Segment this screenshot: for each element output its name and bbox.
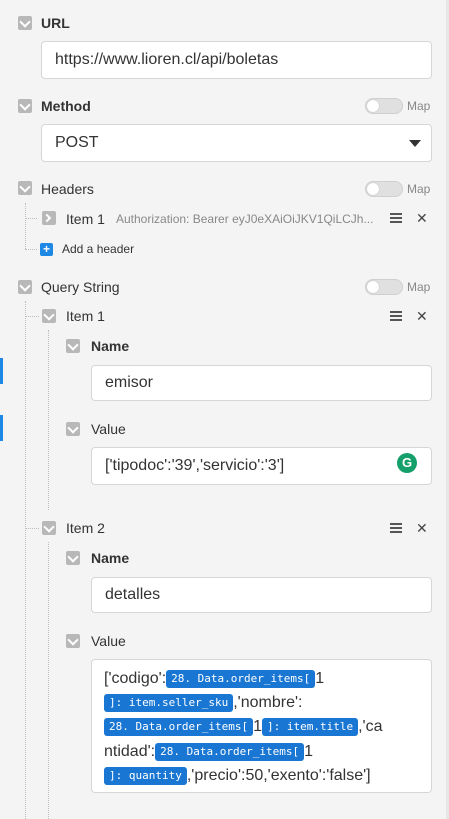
query-item2-label: Item 2: [66, 520, 105, 536]
url-input[interactable]: https://www.lioren.cl/api/boletas: [41, 41, 432, 79]
drag-handle-icon[interactable]: [390, 523, 402, 533]
mapped-variable-pill[interactable]: ]: item.seller_sku: [104, 694, 234, 713]
query-item1-name-input[interactable]: emisor: [91, 365, 432, 401]
tree-line: [48, 542, 49, 819]
value-text: ,'ca: [358, 718, 383, 736]
left-edge-marker: [0, 415, 3, 441]
url-input-value: https://www.lioren.cl/api/boletas: [55, 51, 279, 68]
close-icon[interactable]: ✕: [416, 521, 428, 535]
grammarly-icon[interactable]: G: [397, 453, 417, 473]
value-text: ,'precio':50,'exento':'false']: [186, 766, 371, 784]
headers-map-toggle[interactable]: [365, 181, 403, 197]
value-text: 1: [315, 670, 325, 687]
query-item1-name-collapse-toggle[interactable]: [66, 339, 80, 353]
mapped-variable-pill[interactable]: ]: item.title: [261, 718, 359, 737]
query-item2-value-content[interactable]: ['codigo': 28. Data.order_items[1 ]: item…: [104, 667, 424, 788]
method-label: Method: [41, 98, 91, 114]
method-select[interactable]: POST: [41, 124, 432, 162]
value-text: 1: [304, 742, 314, 760]
method-map-label: Map: [407, 99, 431, 113]
drag-handle-icon[interactable]: [390, 213, 402, 223]
query-item1-label: Item 1: [66, 308, 105, 324]
url-collapse-toggle[interactable]: [18, 16, 32, 30]
value-text: ['codigo':: [104, 670, 167, 687]
query-item2-name-value: detalles: [105, 586, 161, 603]
query-item2-value-label: Value: [91, 633, 126, 649]
query-item2-name-label: Name: [91, 550, 130, 566]
close-icon[interactable]: ✕: [416, 309, 428, 323]
query-item1-name-value: emisor: [105, 374, 154, 391]
query-item1-value-label: Value: [91, 421, 126, 437]
url-label: URL: [41, 15, 70, 31]
left-edge-marker: [0, 358, 3, 384]
method-select-value: POST: [55, 134, 99, 151]
tree-line: [25, 301, 26, 819]
tree-line: [48, 330, 49, 510]
headers-map-label: Map: [407, 182, 431, 196]
query-item2-value-collapse-toggle[interactable]: [66, 634, 80, 648]
headers-label: Headers: [41, 181, 94, 197]
header-item1-summary: Authorization: Bearer eyJ0eXAiOiJKV1QiLC…: [116, 212, 374, 226]
tree-line: [25, 218, 37, 219]
mapped-variable-pill[interactable]: 28. Data.order_items[: [104, 718, 254, 737]
plus-icon[interactable]: +: [40, 243, 53, 256]
query-item2-collapse-toggle[interactable]: [42, 521, 56, 535]
headers-collapse-toggle[interactable]: [18, 181, 32, 195]
header-item1-label: Item 1: [66, 211, 105, 227]
query-map-label: Map: [407, 280, 431, 294]
query-item1-name-label: Name: [91, 338, 130, 354]
method-collapse-toggle[interactable]: [18, 99, 32, 113]
chevron-down-icon[interactable]: [409, 140, 421, 147]
mapped-variable-pill[interactable]: 28. Data.order_items[: [166, 670, 316, 688]
tree-line: [25, 249, 37, 250]
mapped-variable-pill[interactable]: 28. Data.order_items[: [155, 742, 305, 761]
query-item2-name-input[interactable]: detalles: [91, 577, 432, 613]
query-item1-value-collapse-toggle[interactable]: [66, 422, 80, 436]
method-map-toggle[interactable]: [365, 98, 403, 114]
tree-line: [25, 528, 39, 529]
query-item2-name-collapse-toggle[interactable]: [66, 551, 80, 565]
query-item1-value-input[interactable]: ['tipodoc':'39','servicio':'3']: [91, 447, 432, 485]
drag-handle-icon[interactable]: [390, 311, 402, 321]
add-header-link[interactable]: Add a header: [62, 242, 134, 256]
query-item1-value-text: ['tipodoc':'39','servicio':'3']: [105, 457, 285, 474]
query-label: Query String: [41, 279, 120, 295]
value-text: ntidad':: [104, 742, 156, 760]
query-item1-collapse-toggle[interactable]: [42, 309, 56, 323]
tree-line: [25, 203, 26, 249]
value-text: 1: [253, 718, 262, 736]
value-text: ,'nombre':: [233, 694, 303, 712]
query-map-toggle[interactable]: [365, 279, 403, 295]
query-collapse-toggle[interactable]: [18, 280, 32, 294]
close-icon[interactable]: ✕: [416, 211, 428, 225]
header-item1-expand-toggle[interactable]: [42, 211, 56, 225]
tree-line: [25, 316, 39, 317]
mapped-variable-pill[interactable]: ]: quantity: [104, 766, 187, 785]
